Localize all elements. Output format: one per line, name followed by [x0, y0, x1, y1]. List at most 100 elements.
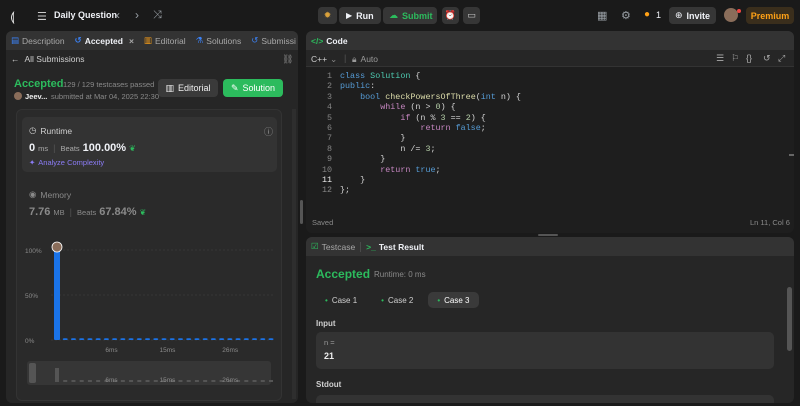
chart-bar[interactable] [79, 338, 85, 340]
username[interactable]: Jeev... [25, 92, 47, 101]
invite-button[interactable]: ⊕ Invite [669, 7, 716, 24]
chart-bar[interactable] [169, 338, 175, 340]
code-editor[interactable]: class Solution { public: bool checkPower… [340, 71, 521, 196]
case-1-tab[interactable]: • Case 1 [316, 292, 366, 308]
shuffle-icon[interactable]: ⤨ [153, 9, 162, 22]
chart-bar[interactable] [177, 338, 183, 340]
chart-bar[interactable] [70, 338, 76, 340]
settings-gear-icon[interactable]: ⚙ [621, 9, 631, 22]
chart-bar[interactable] [87, 338, 93, 340]
history-icon: ↺ [251, 35, 259, 45]
tab-label: Submissi [261, 35, 296, 46]
code-tab-label: Code [326, 35, 348, 46]
tab-code[interactable]: </> Code [306, 31, 353, 50]
chart-bar[interactable] [268, 338, 274, 340]
fullscreen-icon[interactable]: ⤢ [778, 53, 785, 64]
tab-testcase[interactable]: ☑ Testcase [306, 237, 360, 256]
chart-bar[interactable] [128, 338, 134, 340]
chart-bar[interactable] [120, 338, 126, 340]
sparkle-icon: ✦ [29, 158, 36, 167]
user-avatar[interactable] [14, 92, 22, 100]
submission-status: Accepted [14, 78, 64, 90]
chart-bar[interactable] [136, 338, 142, 340]
premium-button[interactable]: Premium [746, 7, 794, 24]
next-question-icon[interactable]: › [135, 8, 139, 22]
chart-bar[interactable] [235, 338, 241, 340]
daily-question-title[interactable]: Daily Question [54, 10, 117, 20]
chart-bar[interactable] [145, 338, 151, 340]
notes-button[interactable]: ▭ [463, 7, 480, 24]
left-scrollbar[interactable] [292, 109, 296, 399]
language-select[interactable]: C++ ⌄ [311, 54, 337, 65]
solution-button[interactable]: ✎ Solution [223, 79, 283, 97]
analyze-complexity-link[interactable]: ✦ Analyze Complexity [29, 158, 104, 167]
horizontal-resize-handle[interactable] [538, 234, 558, 236]
code-line: return false; [420, 122, 486, 133]
close-icon[interactable]: × [129, 36, 134, 46]
mini-chart-bar [153, 380, 158, 382]
chart-bar[interactable] [153, 338, 159, 340]
submit-button[interactable]: ☁ Submit [383, 7, 437, 24]
chart-bar[interactable] [95, 338, 101, 340]
prev-question-icon[interactable]: ‹ [116, 8, 120, 22]
chart-bar[interactable] [260, 338, 266, 340]
leetcode-logo-icon[interactable]: ⟬ [10, 9, 15, 25]
chart-bar[interactable] [186, 338, 192, 340]
avatar[interactable] [724, 8, 738, 22]
book-icon: ▥ [143, 35, 152, 45]
link-icon[interactable]: ⛓ [282, 54, 293, 65]
tab-test-result[interactable]: >_ Test Result [361, 237, 429, 256]
run-button[interactable]: ▶ Run [339, 7, 381, 24]
tab-accepted[interactable]: ↺ Accepted × [70, 31, 139, 50]
tab-submissions[interactable]: ↺ Submissi [246, 31, 298, 50]
edit-icon: ✎ [230, 82, 239, 93]
mini-chart-bar [96, 380, 101, 382]
chart-bar[interactable] [103, 338, 109, 340]
chart-bar[interactable] [219, 338, 225, 340]
chart-bar[interactable] [112, 338, 118, 340]
back-to-submissions[interactable]: ← All Submissions [11, 54, 85, 64]
reset-icon[interactable]: ↺ [763, 53, 771, 64]
editorial-button[interactable]: ▥ Editorial [158, 79, 218, 97]
cloud-upload-icon: ☁ [389, 10, 398, 20]
chart-bar[interactable] [161, 338, 167, 340]
memory-label: Memory [40, 189, 72, 200]
chart-bar[interactable] [62, 338, 68, 340]
info-icon[interactable]: ⓘ [264, 125, 273, 138]
auto-mode-toggle[interactable]: 🔒︎ Auto [352, 54, 378, 65]
tab-editorial[interactable]: ▥ Editorial [139, 31, 191, 50]
case-3-tab[interactable]: • Case 3 [428, 292, 479, 308]
layout-grid-icon[interactable]: ▦ [597, 9, 607, 22]
runtime-value-row: 0 ms | Beats 100.00% ❦ [29, 142, 136, 154]
pass-dot-icon: • [325, 295, 328, 305]
input-box: n = 21 [316, 332, 774, 369]
chart-bar[interactable] [210, 338, 216, 340]
runtime-unit: ms [38, 144, 49, 153]
format-icon[interactable]: ☰ [716, 53, 724, 64]
case-2-tab[interactable]: • Case 2 [372, 292, 422, 308]
chart-bar[interactable] [243, 338, 249, 340]
result-scrollbar[interactable] [787, 287, 792, 351]
timer-button[interactable]: ⏰ [442, 7, 459, 24]
chart-bar[interactable] [54, 250, 60, 340]
chart-bar[interactable] [202, 338, 208, 340]
vertical-resize-handle[interactable] [300, 200, 303, 224]
chart-bar[interactable] [227, 338, 233, 340]
leaf-icon: ❦ [139, 208, 147, 217]
case-tabs: • Case 1 • Case 2 • Case 3 [316, 292, 479, 308]
tab-description[interactable]: ▤ Description [6, 31, 70, 50]
streak-fire-icon[interactable]: ● [644, 9, 650, 20]
range-slider-handle[interactable] [29, 363, 36, 383]
problem-list-icon[interactable]: ☰ [37, 10, 47, 23]
bookmark-icon[interactable]: ⚐ [731, 53, 739, 64]
runtime-distribution-chart[interactable]: 100% 50% 0% 6ms 15ms 26ms 6ms 15ms 26ms [17, 240, 281, 400]
tab-solutions[interactable]: ⚗ Solutions [191, 31, 247, 50]
debug-button[interactable]: ✹ [318, 7, 337, 24]
memory-header[interactable]: ◉ Memory [29, 189, 71, 200]
line-number: 9 [326, 154, 332, 165]
chart-bar[interactable] [194, 338, 200, 340]
stats-container: ◷ Runtime ⓘ 0 ms | Beats 100.00% ❦ ✦ Analy… [16, 109, 282, 401]
braces-icon[interactable]: {} [746, 53, 752, 63]
runtime-card[interactable]: ◷ Runtime ⓘ 0 ms | Beats 100.00% ❦ ✦ Analy… [22, 117, 277, 172]
chart-bar[interactable] [252, 338, 258, 340]
